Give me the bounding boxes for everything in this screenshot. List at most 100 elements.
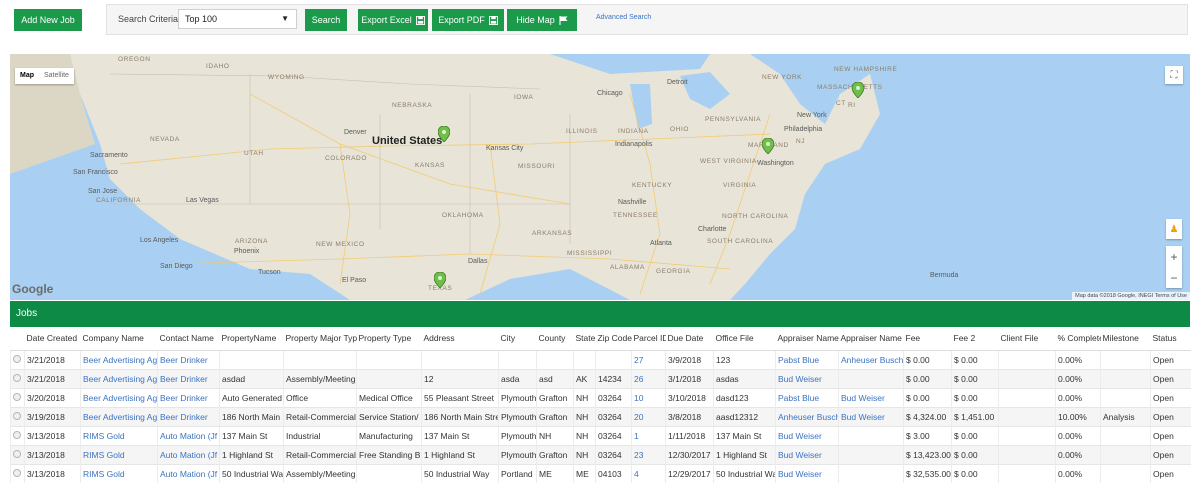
column-header[interactable]: Fee <box>903 327 952 351</box>
radio-icon[interactable] <box>13 449 21 458</box>
table-cell[interactable]: 20 <box>631 406 666 426</box>
table-cell[interactable]: RIMS Gold <box>80 463 158 483</box>
export-pdf-button[interactable]: Export PDF <box>432 9 504 31</box>
column-header[interactable]: County <box>536 327 574 351</box>
table-cell[interactable]: 27 <box>631 349 666 369</box>
radio-icon[interactable] <box>13 430 21 439</box>
map-city-label: Nashville <box>618 199 647 206</box>
column-header[interactable]: Parcel ID <box>631 327 666 351</box>
table-cell[interactable]: Beer Drinker <box>157 349 220 369</box>
table-cell[interactable]: Auto Mation (Jf <box>157 425 220 445</box>
table-cell[interactable]: 26 <box>631 368 666 388</box>
column-header[interactable]: Milestone <box>1100 327 1151 351</box>
column-header[interactable]: City <box>498 327 537 351</box>
search-button[interactable]: Search <box>305 9 347 31</box>
search-criteria-select[interactable]: Top 100 ▼ <box>178 9 297 29</box>
table-cell[interactable]: Beer Advertising Ag <box>80 349 158 369</box>
column-header[interactable]: % Complete <box>1055 327 1101 351</box>
table-cell[interactable]: Beer Drinker <box>157 406 220 426</box>
table-cell[interactable]: Pabst Blue <box>775 387 839 407</box>
table-cell[interactable]: Anheuser Busch <box>838 349 904 369</box>
radio-icon[interactable] <box>13 354 21 363</box>
column-header[interactable]: PropertyName <box>219 327 284 351</box>
table-row[interactable]: 3/13/2018 RIMS Gold Auto Mation (Jf 1 Highl… <box>10 444 1191 464</box>
map-marker-icon[interactable] <box>434 272 446 288</box>
map-marker-icon[interactable] <box>762 138 774 154</box>
table-cell[interactable]: Pabst Blue <box>775 349 839 369</box>
table-cell[interactable]: Beer Drinker <box>157 368 220 388</box>
table-cell[interactable]: Anheuser Busch <box>775 406 839 426</box>
radio-icon[interactable] <box>13 392 21 401</box>
radio-icon[interactable] <box>13 373 21 382</box>
map-attribution[interactable]: Map data ©2018 Google, INEGI Terms of Us… <box>1072 292 1190 300</box>
column-header[interactable]: Status <box>1150 327 1191 351</box>
column-header[interactable]: Company Name <box>80 327 158 351</box>
table-row[interactable]: 3/20/2018 Beer Advertising Ag Beer Drinker… <box>10 387 1191 407</box>
column-header[interactable]: State <box>573 327 596 351</box>
fullscreen-icon[interactable]: ⛶ <box>1165 66 1183 84</box>
row-select-radio[interactable] <box>10 406 25 426</box>
radio-icon[interactable] <box>13 411 21 420</box>
hide-map-button[interactable]: Hide Map <box>507 9 577 31</box>
column-header[interactable]: Property Type <box>356 327 422 351</box>
map-type-map[interactable]: Map <box>15 68 39 84</box>
radio-icon[interactable] <box>13 468 21 477</box>
table-cell[interactable]: Auto Mation (Jf <box>157 444 220 464</box>
table-cell[interactable]: Bud Weiser <box>775 368 839 388</box>
advanced-search-link[interactable]: Advanced Search <box>596 14 651 21</box>
table-cell[interactable] <box>838 463 904 483</box>
pegman-icon[interactable]: ♟ <box>1166 219 1182 239</box>
column-header[interactable]: Appraiser Name <box>775 327 839 351</box>
row-select-radio[interactable] <box>10 368 25 388</box>
row-select-radio[interactable] <box>10 463 25 483</box>
table-cell[interactable] <box>838 444 904 464</box>
zoom-out-icon[interactable]: − <box>1170 271 1177 285</box>
table-cell[interactable]: 1 <box>631 425 666 445</box>
table-cell[interactable]: Bud Weiser <box>838 387 904 407</box>
zoom-in-icon[interactable]: + <box>1170 250 1177 264</box>
table-cell[interactable] <box>838 425 904 445</box>
column-header[interactable]: Appraiser Name 2 <box>838 327 904 351</box>
row-select-radio[interactable] <box>10 425 25 445</box>
column-header[interactable]: Contact Name <box>157 327 220 351</box>
table-cell[interactable]: RIMS Gold <box>80 444 158 464</box>
column-header[interactable]: Property Major Type <box>283 327 357 351</box>
map-type-toggle[interactable]: Map Satellite <box>15 68 74 84</box>
map-state-label: COLORADO <box>325 155 368 162</box>
map-marker-icon[interactable] <box>438 126 450 142</box>
table-cell[interactable]: Beer Drinker <box>157 387 220 407</box>
table-row[interactable]: 3/19/2018 Beer Advertising Ag Beer Drinker… <box>10 406 1191 426</box>
table-row[interactable]: 3/21/2018 Beer Advertising Ag Beer Drinker… <box>10 349 1191 369</box>
column-header[interactable]: Date Created <box>24 327 81 351</box>
column-header[interactable]: Zip Code <box>595 327 632 351</box>
table-cell[interactable]: Bud Weiser <box>775 444 839 464</box>
row-select-radio[interactable] <box>10 349 25 369</box>
table-cell[interactable]: 4 <box>631 463 666 483</box>
table-cell[interactable]: Bud Weiser <box>775 463 839 483</box>
table-cell[interactable]: 10 <box>631 387 666 407</box>
table-cell[interactable] <box>838 368 904 388</box>
column-header[interactable]: Client File <box>998 327 1056 351</box>
column-header[interactable]: Office File <box>713 327 776 351</box>
table-cell[interactable]: Beer Advertising Ag <box>80 387 158 407</box>
map-type-satellite[interactable]: Satellite <box>39 68 74 84</box>
column-header[interactable]: Address <box>421 327 499 351</box>
table-cell[interactable]: 23 <box>631 444 666 464</box>
export-excel-button[interactable]: Export Excel <box>358 9 428 31</box>
jobs-map[interactable]: Map Satellite ⛶ OREGON IDAHO WYOMING NEB… <box>10 54 1190 300</box>
table-cell[interactable]: Beer Advertising Ag <box>80 368 158 388</box>
table-cell[interactable]: Bud Weiser <box>775 425 839 445</box>
table-cell[interactable]: RIMS Gold <box>80 425 158 445</box>
row-select-radio[interactable] <box>10 387 25 407</box>
table-row[interactable]: 3/21/2018 Beer Advertising Ag Beer Drinker… <box>10 368 1191 388</box>
map-marker-icon[interactable] <box>852 82 864 98</box>
add-new-job-button[interactable]: Add New Job <box>14 9 82 31</box>
column-header[interactable]: Due Date <box>665 327 714 351</box>
column-header[interactable]: Fee 2 <box>951 327 999 351</box>
table-row[interactable]: 3/13/2018 RIMS Gold Auto Mation (Jf 50 Indu… <box>10 463 1191 483</box>
table-row[interactable]: 3/13/2018 RIMS Gold Auto Mation (Jf 137 Mai… <box>10 425 1191 445</box>
table-cell[interactable]: Bud Weiser <box>838 406 904 426</box>
table-cell[interactable]: Beer Advertising Ag <box>80 406 158 426</box>
row-select-radio[interactable] <box>10 444 25 464</box>
table-cell[interactable]: Auto Mation (Jf <box>157 463 220 483</box>
